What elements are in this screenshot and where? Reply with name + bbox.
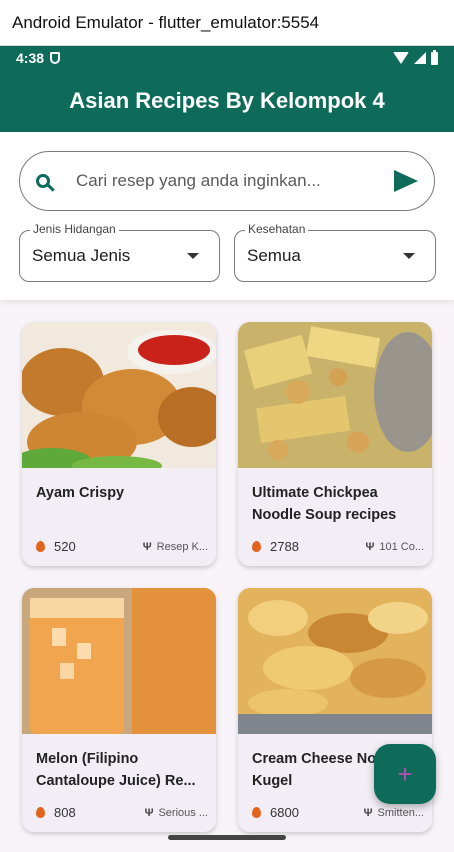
status-icons <box>393 49 438 65</box>
search-bar[interactable] <box>19 151 435 211</box>
recipe-calories: 2788 <box>270 539 299 554</box>
send-icon[interactable] <box>394 170 418 192</box>
flame-icon <box>252 807 261 818</box>
search-icon <box>36 174 50 188</box>
flame-icon <box>36 807 45 818</box>
dropdown-arrow-icon <box>403 253 415 259</box>
fork-knife-icon: Ψ <box>363 806 373 819</box>
flame-icon <box>252 541 261 552</box>
recipe-image <box>22 588 216 734</box>
recipe-meta: 6800 Ψ Smitten... <box>252 805 424 820</box>
app-bar: Asian Recipes By Kelompok 4 <box>0 70 454 132</box>
add-recipe-fab[interactable]: + <box>374 744 436 804</box>
recipe-source-text: Serious ... <box>158 806 208 819</box>
recipe-title: Ultimate Chickpea Noodle Soup recipes <box>252 485 397 523</box>
fork-knife-icon: Ψ <box>144 806 154 819</box>
plus-icon: + <box>397 759 413 789</box>
window-title: Android Emulator - flutter_emulator:5554 <box>12 12 320 32</box>
recipe-card[interactable]: Ultimate Chickpea Noodle Soup recipes 27… <box>238 322 432 566</box>
recipe-source-text: 101 Co... <box>379 540 424 553</box>
recipe-calories: 520 <box>54 539 76 554</box>
recipe-source-text: Resep K... <box>156 540 208 553</box>
recipe-image <box>22 322 216 476</box>
battery-icon <box>431 49 438 65</box>
window-titlebar: Android Emulator - flutter_emulator:5554 <box>0 0 454 46</box>
recipe-meta: 808 Ψ Serious ... <box>36 805 208 820</box>
recipe-source: Ψ Resep K... <box>143 541 208 553</box>
recipe-source: Ψ 101 Co... <box>365 541 424 553</box>
filter-section: Jenis Hidangan Semua Jenis Kesehatan Sem… <box>0 132 454 300</box>
health-dropdown[interactable]: Kesehatan Semua <box>234 222 436 282</box>
recipe-card[interactable]: Ayam Crispy 520 Ψ Resep K... <box>22 322 216 566</box>
dish-type-label: Jenis Hidangan <box>30 222 119 236</box>
recipe-image <box>238 322 432 468</box>
recipe-source-text: Smitten... <box>377 806 424 819</box>
dish-type-value: Semua Jenis <box>32 246 131 265</box>
status-time: 4:38 <box>16 50 45 66</box>
app-title: Asian Recipes By Kelompok 4 <box>69 88 385 113</box>
health-value: Semua <box>247 246 301 265</box>
recipe-calories: 6800 <box>270 805 299 820</box>
recipe-title: Melon (Filipino Cantaloupe Juice) Re... <box>36 751 196 789</box>
recipe-calories: 808 <box>54 805 76 820</box>
wifi-icon <box>393 52 409 64</box>
recipe-meta: 2788 Ψ 101 Co... <box>252 539 424 554</box>
flame-icon <box>36 541 45 552</box>
search-input[interactable] <box>74 170 394 192</box>
status-bar: 4:38 <box>0 46 454 70</box>
fork-knife-icon: Ψ <box>365 540 375 553</box>
recipe-source: Ψ Serious ... <box>145 807 208 819</box>
recipe-card[interactable]: Melon (Filipino Cantaloupe Juice) Re... … <box>22 588 216 832</box>
dish-type-dropdown[interactable]: Jenis Hidangan Semua Jenis <box>19 222 220 282</box>
fork-knife-icon: Ψ <box>142 540 152 553</box>
recipe-title: Ayam Crispy <box>36 485 125 501</box>
recipe-meta: 520 Ψ Resep K... <box>36 539 208 554</box>
signal-icon <box>414 52 426 64</box>
health-label: Kesehatan <box>245 222 309 236</box>
home-indicator[interactable] <box>168 835 286 840</box>
device-screen: 4:38 Asian Recipes By Kelompok 4 Jenis H… <box>0 46 454 852</box>
dropdown-arrow-icon <box>187 253 199 259</box>
recipe-image <box>238 588 432 734</box>
shield-icon <box>50 52 61 64</box>
recipe-source: Ψ Smitten... <box>364 807 424 819</box>
